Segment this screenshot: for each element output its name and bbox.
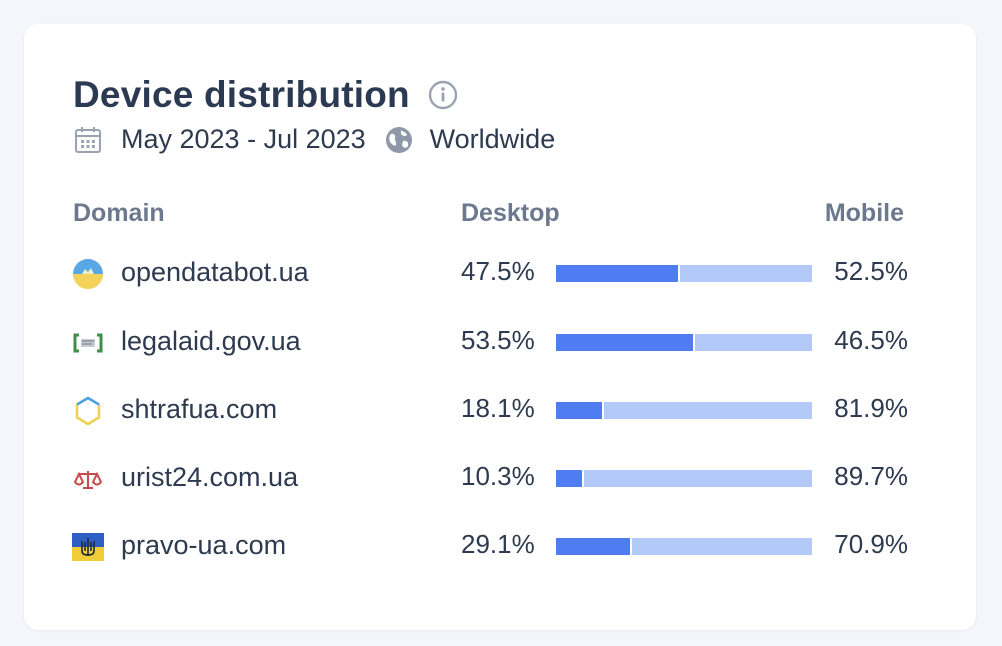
mobile-percent: 46.5% — [834, 325, 908, 355]
desktop-share-fill — [556, 334, 693, 351]
title-row: Device distribution — [73, 74, 458, 116]
desktop-percent: 18.1% — [461, 393, 535, 423]
domain-link[interactable]: pravo-ua.com — [121, 530, 286, 561]
domain-link[interactable]: urist24.com.ua — [121, 462, 298, 493]
share-bar — [556, 470, 812, 487]
column-header-desktop: Desktop — [461, 199, 560, 227]
share-bar — [556, 265, 812, 282]
mobile-share-fill — [679, 265, 812, 282]
mobile-share-fill — [584, 470, 812, 487]
table-row: shtrafua.com 18.1% 81.9% — [24, 392, 976, 428]
device-distribution-card: Device distribution May 2023 - Jul 2023 … — [24, 24, 976, 630]
desktop-percent: 29.1% — [461, 529, 535, 559]
ua-flag-trident-icon — [72, 531, 104, 563]
mobile-share-fill — [694, 334, 812, 351]
filter-row: May 2023 - Jul 2023 Worldwide — [73, 124, 555, 155]
region[interactable]: Worldwide — [430, 124, 556, 155]
mobile-percent: 52.5% — [834, 256, 908, 286]
mobile-percent: 89.7% — [834, 461, 908, 491]
column-header-mobile: Mobile — [824, 199, 904, 227]
desktop-share-fill — [556, 538, 631, 555]
table-row: urist24.com.ua 10.3% 89.7% — [24, 460, 976, 496]
table-row: pravo-ua.com 29.1% 70.9% — [24, 528, 976, 564]
calendar-icon — [73, 125, 103, 155]
domain-link[interactable]: legalaid.gov.ua — [121, 326, 301, 357]
globe-icon — [384, 125, 414, 155]
info-icon[interactable] — [428, 80, 458, 110]
share-bar — [556, 334, 812, 351]
desktop-share-fill — [556, 402, 603, 419]
bracket-logo-icon — [72, 327, 104, 359]
desktop-share-fill — [556, 265, 678, 282]
widget-title: Device distribution — [73, 74, 410, 115]
mobile-percent: 81.9% — [834, 393, 908, 423]
desktop-percent: 53.5% — [461, 325, 535, 355]
desktop-share-fill — [556, 470, 583, 487]
scales-icon — [72, 463, 104, 495]
mobile-percent: 70.9% — [834, 529, 908, 559]
share-bar — [556, 402, 812, 419]
date-range[interactable]: May 2023 - Jul 2023 — [121, 124, 366, 155]
column-header-domain: Domain — [73, 199, 165, 227]
domain-link[interactable]: opendatabot.ua — [121, 257, 309, 288]
hexagon-icon — [72, 395, 104, 427]
domain-link[interactable]: shtrafua.com — [121, 394, 277, 425]
desktop-percent: 47.5% — [461, 256, 535, 286]
mobile-share-fill — [632, 538, 812, 555]
table-row: legalaid.gov.ua 53.5% 46.5% — [24, 324, 976, 360]
desktop-percent: 10.3% — [461, 461, 535, 491]
ua-globe-icon — [72, 258, 104, 290]
mobile-share-fill — [604, 402, 812, 419]
table-row: opendatabot.ua 47.5% 52.5% — [24, 255, 976, 291]
share-bar — [556, 538, 812, 555]
